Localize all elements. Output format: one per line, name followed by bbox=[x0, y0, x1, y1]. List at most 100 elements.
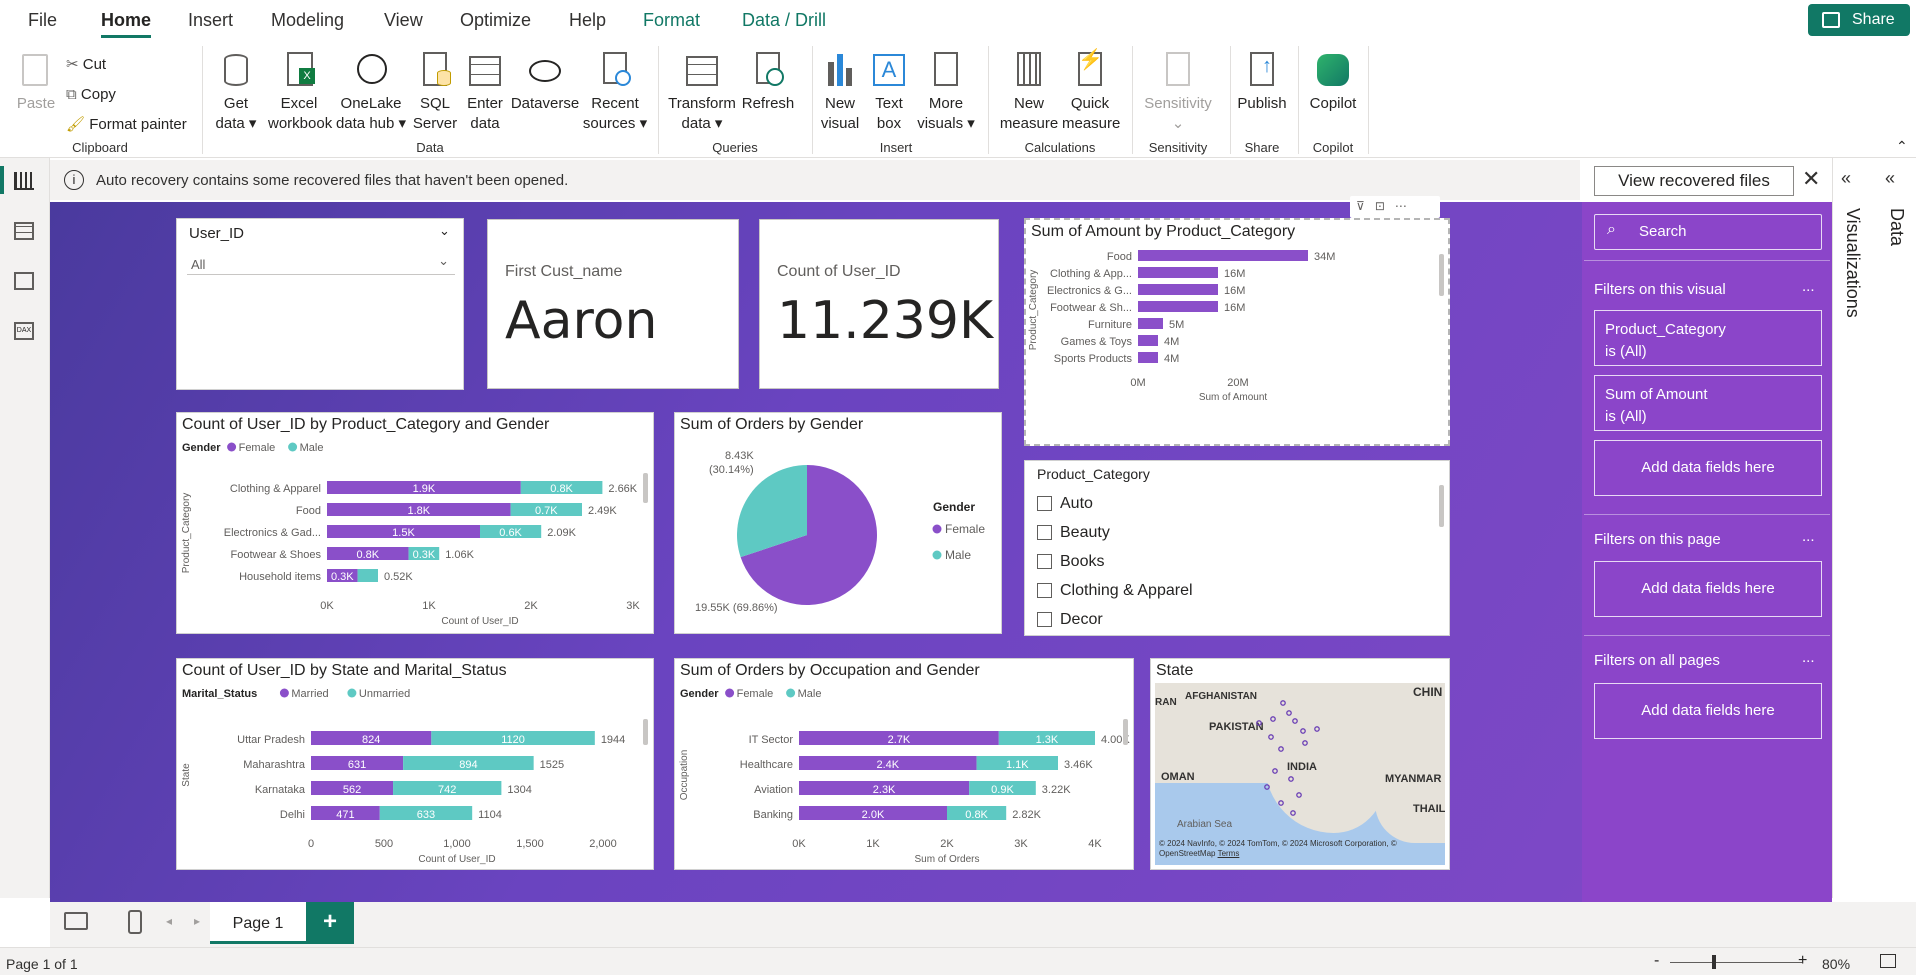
sensitivity-button[interactable]: Sensitivity ⌄ bbox=[1138, 50, 1218, 134]
cut-button[interactable]: ✂ Cut bbox=[66, 50, 187, 80]
slicer-item[interactable]: Auto bbox=[1037, 489, 1193, 518]
paste-button[interactable]: Paste bbox=[14, 50, 58, 114]
menu-help[interactable]: Help bbox=[569, 10, 606, 31]
data-label: 0.8K bbox=[356, 549, 379, 561]
focus-mode-icon[interactable]: ⊡ bbox=[1375, 199, 1385, 213]
more-visuals-button[interactable]: More visuals ▾ bbox=[914, 50, 978, 134]
report-view-icon[interactable] bbox=[14, 172, 34, 190]
checkbox[interactable] bbox=[1037, 554, 1052, 570]
more-options-icon[interactable]: ⋯ bbox=[1395, 199, 1407, 213]
menu-modeling[interactable]: Modeling bbox=[271, 10, 344, 31]
get-data-button[interactable]: Get data ▾ bbox=[208, 50, 264, 134]
zoom-in-button[interactable]: + bbox=[1798, 952, 1807, 970]
add-data-fields-all[interactable]: Add data fields here bbox=[1594, 683, 1822, 739]
slicer-item[interactable]: Decor bbox=[1037, 605, 1193, 634]
desktop-layout-icon[interactable] bbox=[64, 912, 88, 930]
menu-file[interactable]: File bbox=[28, 10, 57, 31]
map-terms-link[interactable]: Terms bbox=[1218, 849, 1240, 858]
slicer-item[interactable]: Clothing & Apparel bbox=[1037, 576, 1193, 605]
model-view-icon[interactable] bbox=[14, 272, 34, 290]
visualizations-pane-tab[interactable]: Visualizations bbox=[1839, 208, 1863, 318]
dataverse-button[interactable]: Dataverse bbox=[510, 50, 580, 114]
checkbox[interactable] bbox=[1037, 612, 1052, 628]
data-pane-tab[interactable]: Data bbox=[1883, 208, 1907, 246]
slicer-dropdown[interactable]: All ⌄ bbox=[187, 251, 455, 275]
next-page-icon[interactable]: ▸ bbox=[194, 914, 200, 928]
scrollbar[interactable] bbox=[643, 719, 648, 745]
chevron-down-icon[interactable]: ⌄ bbox=[439, 223, 450, 239]
count-user-id-card[interactable]: Count of User_ID 11.239K bbox=[759, 219, 999, 389]
amount-by-category-chart[interactable]: Sum of Amount by Product_Category Food 34… bbox=[1024, 218, 1450, 446]
scrollbar[interactable] bbox=[1123, 719, 1128, 745]
visual-header-toolbar[interactable]: ⊽ ⊡ ⋯ bbox=[1350, 196, 1440, 218]
refresh-button[interactable]: Refresh bbox=[740, 50, 796, 114]
filter-icon[interactable]: ⊽ bbox=[1356, 199, 1365, 213]
close-icon[interactable]: ✕ bbox=[1802, 166, 1820, 192]
slicer-item[interactable]: Beauty bbox=[1037, 518, 1193, 547]
text-box-button[interactable]: A Text box bbox=[866, 50, 912, 134]
view-recovered-files-button[interactable]: View recovered files bbox=[1594, 166, 1794, 196]
share-button[interactable]: Share bbox=[1808, 4, 1910, 36]
copilot-button[interactable]: Copilot bbox=[1304, 50, 1362, 114]
new-measure-button[interactable]: New measure bbox=[994, 50, 1064, 134]
expand-data-icon[interactable]: « bbox=[1885, 168, 1895, 189]
prev-page-icon[interactable]: ◂ bbox=[166, 914, 172, 928]
menu-optimize[interactable]: Optimize bbox=[460, 10, 531, 31]
info-icon: i bbox=[64, 170, 84, 190]
collapse-ribbon-icon[interactable]: ⌃ bbox=[1896, 138, 1908, 155]
map-area[interactable]: CHIN AFGHANISTAN RAN PAKISTAN INDIA OMAN… bbox=[1155, 683, 1445, 865]
fit-to-page-icon[interactable] bbox=[1880, 954, 1896, 968]
zoom-slider-thumb[interactable] bbox=[1712, 955, 1716, 969]
sql-server-button[interactable]: SQL Server bbox=[410, 50, 460, 134]
filter-search-input[interactable]: ⌕ Search bbox=[1594, 214, 1822, 250]
add-data-fields-page[interactable]: Add data fields here bbox=[1594, 561, 1822, 617]
count-by-category-gender-chart[interactable]: Count of User_ID by Product_Category and… bbox=[176, 412, 654, 634]
quick-measure-icon: ⚡ bbox=[1070, 50, 1110, 90]
quick-measure-button[interactable]: ⚡ Quick measure bbox=[1062, 50, 1120, 134]
menu-view[interactable]: View bbox=[384, 10, 423, 31]
add-page-button[interactable]: + bbox=[306, 902, 354, 944]
enter-data-button[interactable]: Enter data bbox=[462, 50, 508, 134]
state-map[interactable]: State CHIN AFGHANISTAN RAN PAKISTAN INDI… bbox=[1150, 658, 1450, 870]
format-painter-button[interactable]: 🖌 Format painter bbox=[66, 110, 187, 140]
menu-format[interactable]: Format bbox=[643, 10, 700, 31]
zoom-out-button[interactable]: - bbox=[1654, 952, 1659, 970]
checkbox[interactable] bbox=[1037, 525, 1052, 541]
orders-by-gender-pie[interactable]: Sum of Orders by Gender 19.55K (69.86%) 8… bbox=[674, 412, 1002, 634]
checkbox[interactable] bbox=[1037, 583, 1052, 599]
more-options-icon[interactable]: ... bbox=[1802, 528, 1815, 545]
onelake-button[interactable]: OneLake data hub ▾ bbox=[334, 50, 408, 134]
menu-data-drill[interactable]: Data / Drill bbox=[742, 10, 826, 31]
scrollbar[interactable] bbox=[1439, 254, 1444, 296]
excel-button[interactable]: X Excel workbook bbox=[268, 50, 332, 134]
publish-button[interactable]: ↑ Publish bbox=[1234, 50, 1290, 114]
data-label: 633 bbox=[417, 809, 435, 821]
more-options-icon[interactable]: ... bbox=[1802, 278, 1815, 295]
more-options-icon[interactable]: ... bbox=[1802, 649, 1815, 666]
menu-home[interactable]: Home bbox=[101, 10, 152, 38]
pie-svg: 19.55K (69.86%) 8.43K (30.14%) Gender Female… bbox=[695, 450, 985, 614]
zoom-slider[interactable] bbox=[1670, 962, 1802, 963]
divider bbox=[1584, 514, 1830, 515]
first-cust-name-card[interactable]: First Cust_name Aaron bbox=[487, 219, 739, 389]
scrollbar[interactable] bbox=[643, 473, 648, 503]
new-visual-button[interactable]: New visual bbox=[816, 50, 864, 134]
checkbox[interactable] bbox=[1037, 496, 1052, 512]
dax-query-icon[interactable]: DAX bbox=[14, 322, 34, 340]
recent-sources-button[interactable]: Recent sources ▾ bbox=[580, 50, 650, 134]
scrollbar[interactable] bbox=[1439, 485, 1444, 527]
filter-card-sum-of-amount[interactable]: Sum of Amount is (All) bbox=[1594, 375, 1822, 431]
add-data-fields-visual[interactable]: Add data fields here bbox=[1594, 440, 1822, 496]
transform-data-button[interactable]: Transform data ▾ bbox=[666, 50, 738, 134]
orders-by-occupation-chart[interactable]: Sum of Orders by Occupation and Gender G… bbox=[674, 658, 1134, 870]
slicer-item[interactable]: Books bbox=[1037, 547, 1193, 576]
menu-insert[interactable]: Insert bbox=[188, 10, 233, 31]
count-by-state-marital-chart[interactable]: Count of User_ID by State and Marital_St… bbox=[176, 658, 654, 870]
legend-marker bbox=[288, 442, 298, 452]
filter-card-product-category[interactable]: Product_Category is (All) bbox=[1594, 310, 1822, 366]
expand-visualizations-icon[interactable]: « bbox=[1841, 168, 1851, 189]
tab-page-1[interactable]: Page 1 bbox=[210, 902, 306, 944]
copy-button[interactable]: ⧉ Copy bbox=[66, 80, 187, 110]
mobile-layout-icon[interactable] bbox=[128, 910, 142, 934]
table-view-icon[interactable] bbox=[14, 222, 34, 240]
